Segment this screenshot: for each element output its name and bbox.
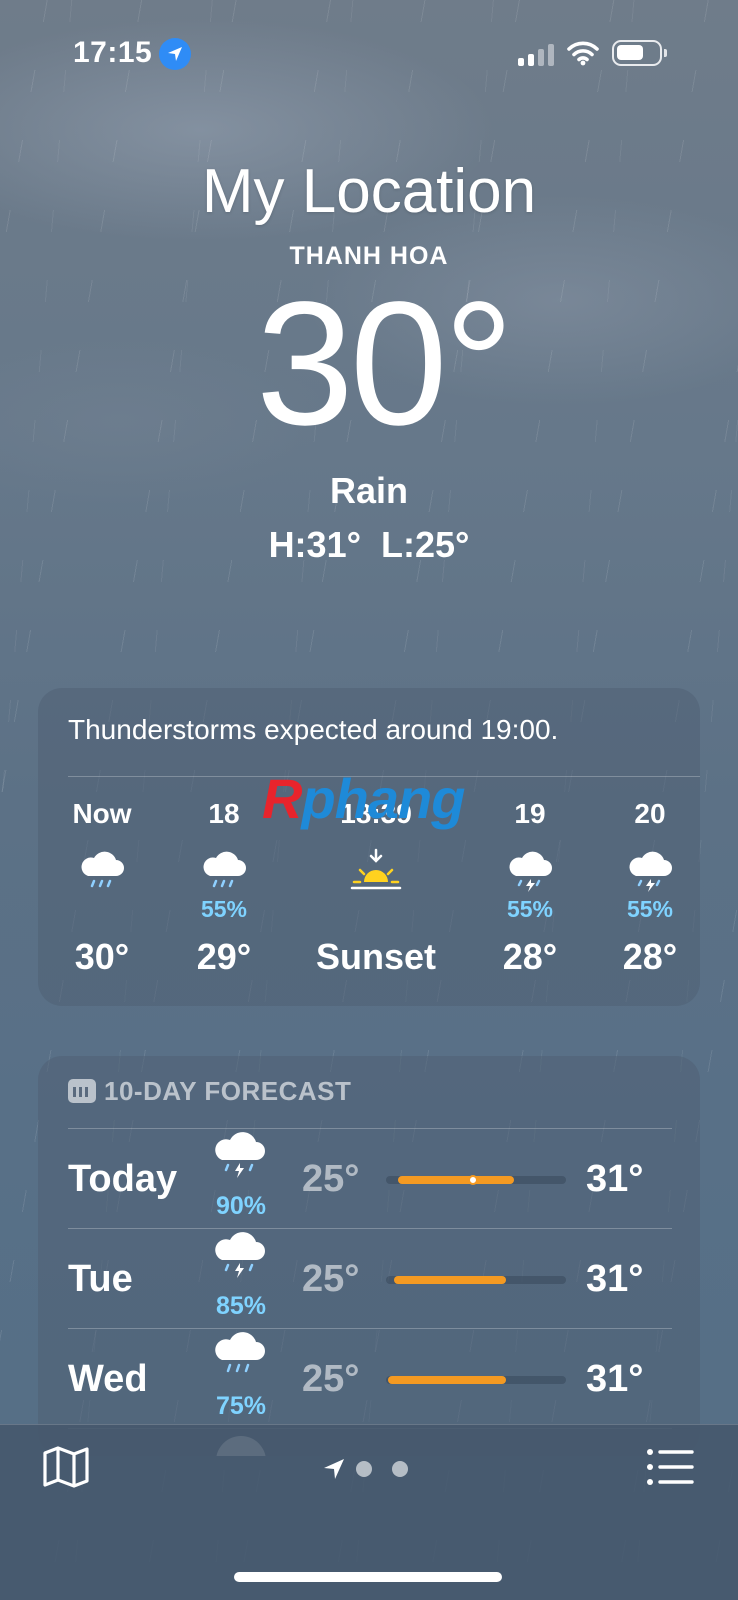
day-row-today[interactable]: Today 90% 25° 31° bbox=[38, 1128, 700, 1228]
temperature-range-bar bbox=[386, 1175, 566, 1185]
hour-precip-chance: 55% bbox=[506, 896, 554, 922]
hour-precip-chance bbox=[316, 896, 436, 926]
day-row[interactable]: Tue 85% 25° 31° bbox=[38, 1228, 700, 1328]
day-precip-chance: 75% bbox=[215, 1392, 267, 1420]
ten-day-forecast-card[interactable]: 10-DAY FORECAST Today 90% 25° 31° Tue 85… bbox=[38, 1056, 700, 1456]
current-temperature: 30° bbox=[255, 266, 514, 462]
page-dot[interactable] bbox=[392, 1461, 408, 1477]
page-dot[interactable] bbox=[356, 1461, 372, 1477]
watermark-logo: Rphang bbox=[262, 767, 465, 830]
temperature-range-fill bbox=[388, 1376, 506, 1384]
temperature-range-bar bbox=[386, 1376, 566, 1384]
day-high: 31° bbox=[586, 1358, 644, 1400]
hour-precip-chance: 55% bbox=[200, 896, 248, 922]
battery-icon bbox=[612, 40, 667, 66]
temperature-range-fill bbox=[398, 1176, 514, 1184]
sunset-icon bbox=[316, 848, 436, 900]
high-low-temperature: H:31° L:25° bbox=[268, 524, 470, 565]
hour-precip-chance bbox=[52, 896, 152, 926]
location-services-icon bbox=[159, 38, 191, 70]
day-name: Tue bbox=[68, 1258, 133, 1300]
hour-precip-chance: 55% bbox=[626, 896, 674, 922]
cellular-signal-icon bbox=[518, 42, 556, 66]
rain-cloud-icon bbox=[214, 1332, 266, 1389]
hourly-forecast-card[interactable]: Thunderstorms expected around 19:00. Now… bbox=[38, 688, 700, 1006]
current-condition: Rain bbox=[329, 470, 408, 511]
hour-temperature: 28° bbox=[502, 936, 558, 977]
hour-item: 19 55% 28° bbox=[480, 798, 580, 978]
hour-temperature: 28° bbox=[622, 936, 678, 977]
hour-item: 20 55% 28° bbox=[600, 798, 700, 978]
location-title: My Location bbox=[201, 157, 537, 226]
status-time: 17:15 bbox=[73, 36, 153, 69]
current-location-arrow-icon bbox=[324, 1459, 344, 1479]
calendar-icon bbox=[68, 1079, 96, 1103]
ten-day-header-label: 10-DAY FORECAST bbox=[104, 1076, 352, 1106]
hour-label: 20 bbox=[634, 798, 666, 829]
hour-temperature: Sunset bbox=[316, 936, 437, 977]
page-indicator[interactable] bbox=[322, 1455, 422, 1485]
ten-day-header: 10-DAY FORECAST bbox=[68, 1076, 351, 1107]
location-list-button[interactable] bbox=[646, 1447, 694, 1492]
forecast-summary: Thunderstorms expected around 19:00. bbox=[68, 714, 559, 745]
rain-cloud-icon bbox=[174, 848, 274, 900]
temperature-range-fill bbox=[394, 1276, 506, 1284]
wifi-icon bbox=[567, 40, 599, 71]
temperature-range-bar bbox=[386, 1276, 566, 1284]
current-temp-indicator bbox=[468, 1175, 478, 1185]
thunderstorm-icon bbox=[480, 848, 580, 900]
day-low: 25° bbox=[302, 1158, 360, 1200]
day-low: 25° bbox=[302, 1258, 360, 1300]
hour-temperature: 30° bbox=[74, 936, 130, 977]
day-precip-chance: 85% bbox=[215, 1292, 267, 1320]
hour-label: Now bbox=[72, 798, 132, 829]
list-icon bbox=[647, 1449, 694, 1485]
hour-item: 18 55% 29° bbox=[174, 798, 274, 978]
hour-label: 19 bbox=[514, 798, 546, 829]
day-high: 31° bbox=[586, 1158, 644, 1200]
day-high: 31° bbox=[586, 1258, 644, 1300]
home-indicator[interactable] bbox=[234, 1572, 502, 1582]
day-row[interactable]: Wed 75% 25° 31° bbox=[38, 1328, 700, 1428]
map-icon bbox=[43, 1446, 89, 1488]
day-low: 25° bbox=[302, 1358, 360, 1400]
hour-item: Now 30° bbox=[52, 798, 152, 978]
map-button[interactable] bbox=[42, 1445, 90, 1494]
rain-cloud-icon bbox=[52, 848, 152, 900]
hour-label: 18 bbox=[208, 798, 240, 829]
thunderstorm-icon bbox=[600, 848, 700, 900]
day-name: Wed bbox=[68, 1358, 148, 1400]
hour-temperature: 29° bbox=[196, 936, 252, 977]
status-bar: 17:15 bbox=[0, 34, 738, 74]
thunderstorm-icon bbox=[214, 1132, 266, 1189]
day-precip-chance: 90% bbox=[215, 1192, 267, 1220]
thunderstorm-icon bbox=[214, 1232, 266, 1289]
day-name: Today bbox=[68, 1158, 178, 1200]
